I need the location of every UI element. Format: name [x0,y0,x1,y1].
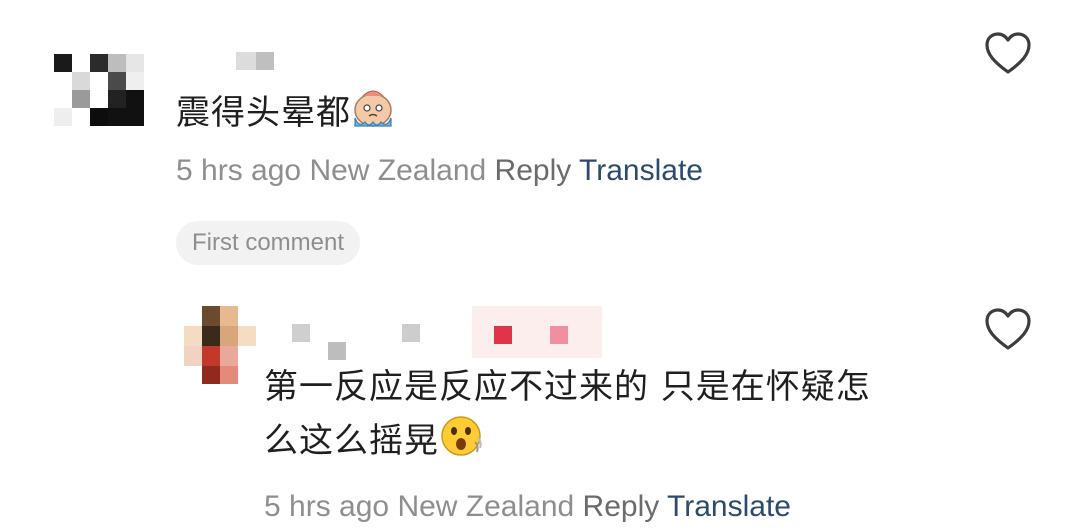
username[interactable] [236,52,276,72]
comment-location: New Zealand [397,490,575,523]
avatar[interactable] [54,54,146,126]
comment-text: 震得头晕都 [176,86,395,146]
avatar[interactable] [184,306,258,384]
translate-button[interactable]: Translate [579,154,703,187]
heart-outline-icon[interactable] [984,32,1032,80]
translate-button[interactable]: Translate [667,490,791,523]
comment-text: 第一反应是反应不过来的 只是在怀疑怎 么这么摇晃 [264,360,871,474]
heart-outline-icon[interactable] [984,308,1032,356]
reply-button[interactable]: Reply [495,154,572,187]
comment-time: 5 hrs ago [176,154,302,187]
comment-meta: 5 hrs ago New Zealand Reply Translate [176,154,703,188]
reply-button[interactable]: Reply [583,490,660,523]
comment-meta: 5 hrs ago New Zealand Reply Translate [264,490,791,524]
first-comment-badge: First comment [176,221,361,265]
crying-face-emoji [351,88,395,146]
comment-time: 5 hrs ago [264,490,390,523]
username[interactable] [292,306,612,364]
astonished-face-emoji [439,414,483,474]
comment-location: New Zealand [309,154,487,187]
